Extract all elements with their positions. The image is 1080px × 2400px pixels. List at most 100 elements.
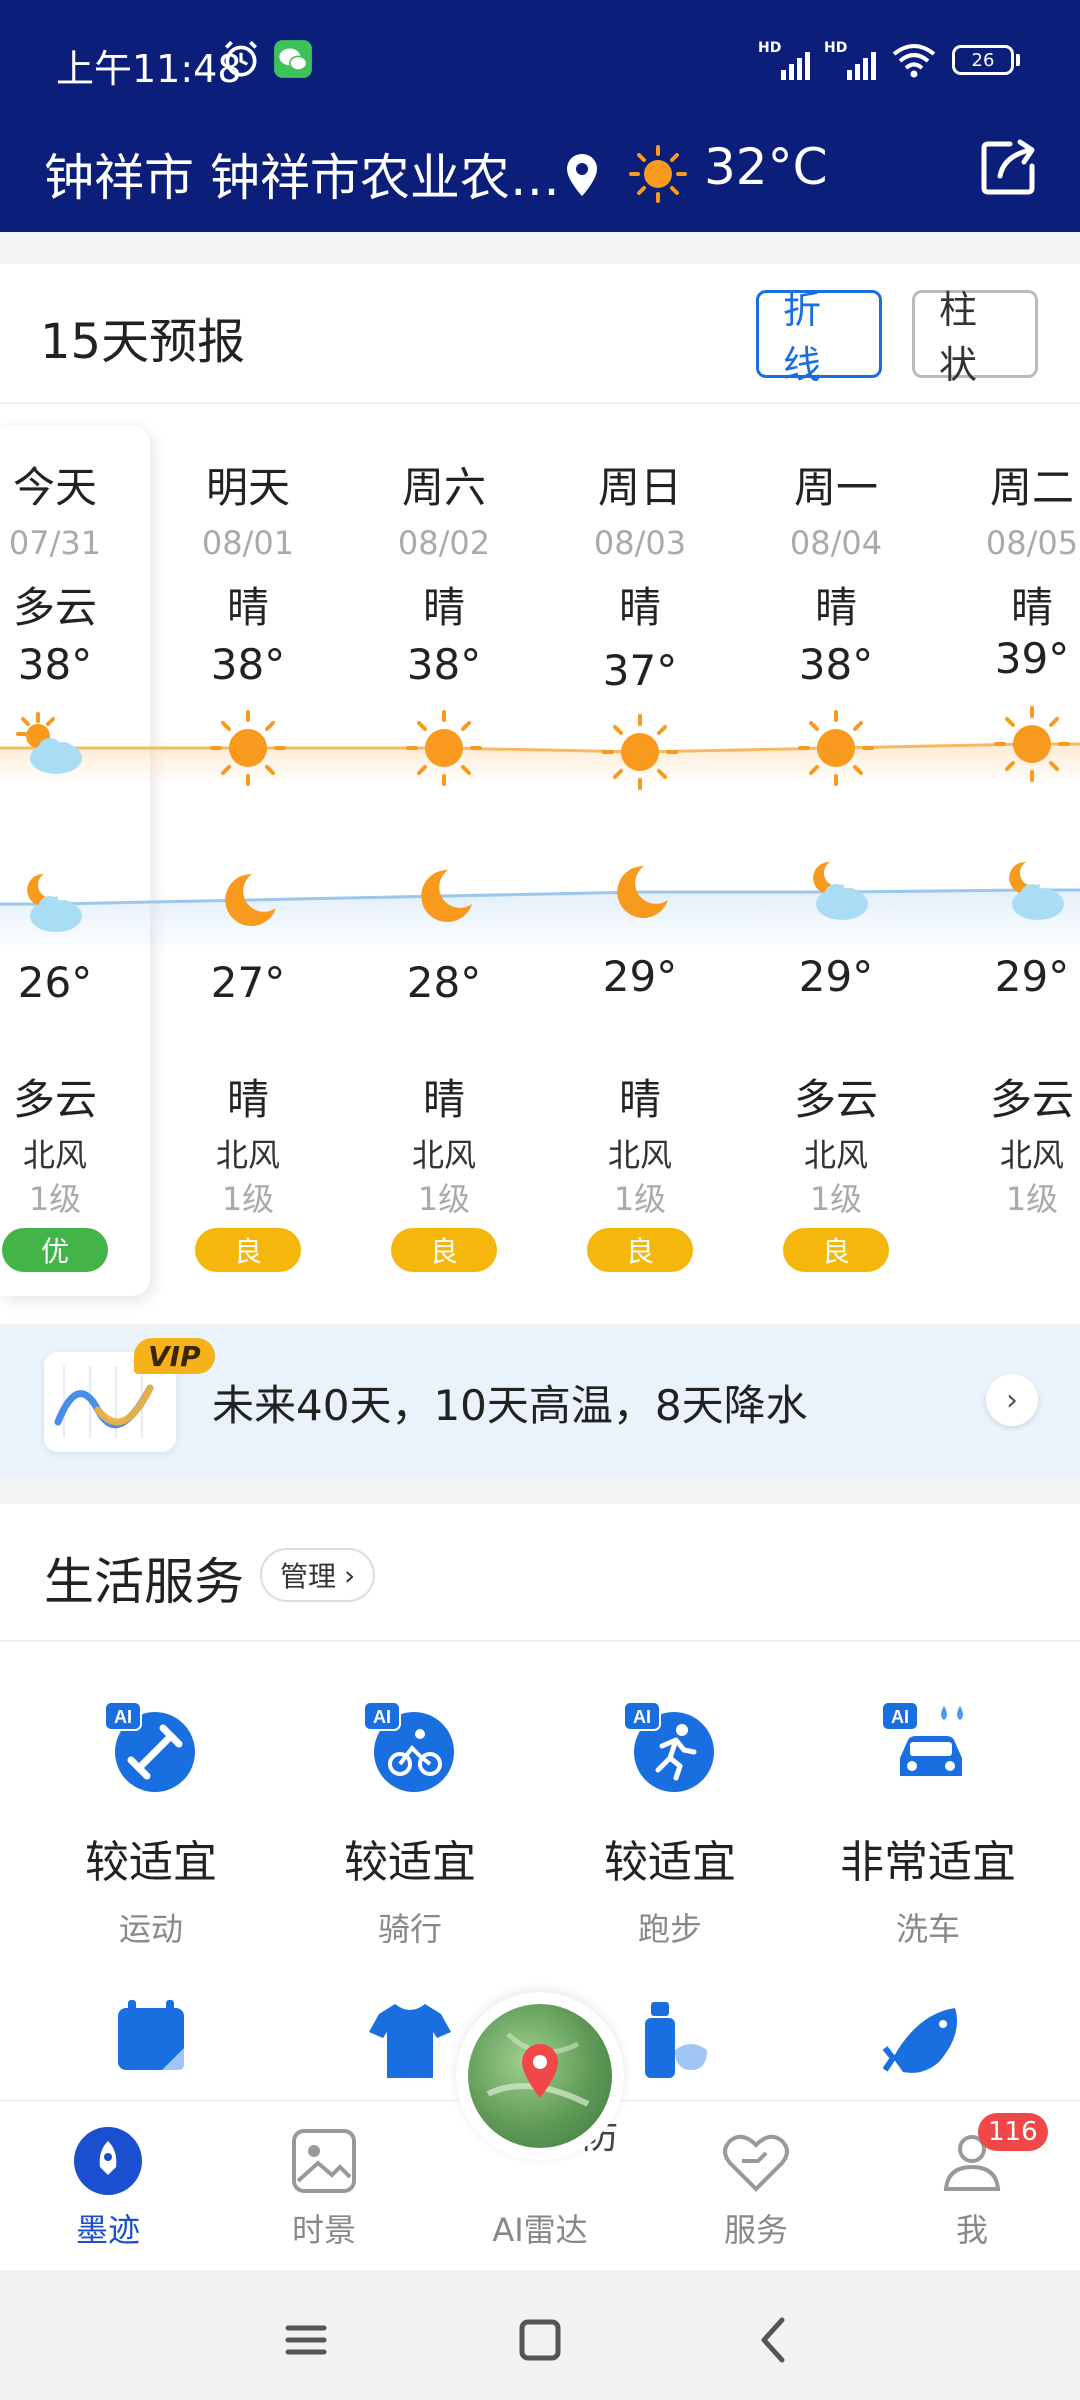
high-temp-fill [0,744,1080,784]
battery-level: 26 [952,45,1014,75]
service-label: 洗车 [895,1910,960,1948]
day-date: 08/04 [789,524,883,562]
service-running[interactable]: AI 较适宜 跑步 [535,1700,805,1950]
radar-icon [468,2004,612,2148]
day-name: 周二 [989,463,1074,512]
service-value: 较适宜 [344,1837,476,1888]
day-date: 08/01 [201,524,295,562]
sun-icon [210,710,286,786]
partly-cloudy-icon [16,712,82,774]
high-temp: 38° [17,640,93,689]
running-icon: AI [622,1700,718,1796]
app-header: 上午11:48 HD HD 26 钟祥市 钟祥市农业农… 32°C [0,0,1080,232]
svg-text:AI: AI [373,1707,391,1727]
notification-badge: 116 [978,2113,1048,2151]
location-pin-icon [567,154,597,196]
day-name: 明天 [205,463,290,512]
system-navigation [0,2270,1080,2400]
service-sport[interactable]: AI 较适宜 运动 [16,1700,286,1950]
dumbbell-icon: AI [103,1700,199,1796]
wind-level: 1级 [613,1180,667,1218]
wind-direction: 北风 [999,1136,1064,1174]
signal-icon: HD [758,40,810,80]
day-date: 07/31 [8,524,102,562]
nav-service[interactable]: 服务 [676,2125,836,2251]
location-bar[interactable]: 钟祥市 钟祥市农业农… 32°C [0,120,1080,232]
location-name[interactable]: 钟祥市 钟祥市农业农… [44,138,560,210]
wind-level: 1级 [417,1180,471,1218]
ai-radar-button[interactable] [456,1992,624,2160]
low-temp-fill [0,890,1080,954]
status-bar: 上午11:48 HD HD 26 [0,0,1080,120]
service-fishing[interactable] [793,1994,1063,2084]
car-wash-icon: AI [880,1700,976,1796]
high-temp: 38° [798,640,874,689]
bar-chart-toggle[interactable]: 柱状 [912,288,1038,387]
aqi-badge: 优 [2,1228,108,1272]
day-date: 08/05 [985,524,1079,562]
day-condition: 多云 [12,583,97,632]
high-temp-line [0,742,1080,754]
service-value: 较适宜 [604,1837,736,1888]
night-condition: 多云 [12,1075,97,1124]
low-temp: 29° [994,952,1070,1001]
share-icon[interactable] [976,136,1040,200]
night-condition: 多云 [793,1075,878,1124]
chevron-right-icon: › [344,1558,356,1592]
vip-banner[interactable]: VIP 未来40天，10天高温，8天降水 › [0,1326,1080,1476]
status-indicators: HD HD 26 [758,40,1020,80]
moon-icon [617,865,668,918]
wind-direction: 北风 [22,1136,87,1174]
day-name: 周一 [793,463,878,512]
day-condition: 晴 [226,583,269,632]
line-chart-toggle[interactable]: 折线 [756,288,882,387]
home-icon[interactable] [510,2310,570,2370]
back-icon[interactable] [744,2310,804,2370]
wifi-icon [892,44,936,78]
night-condition: 晴 [618,1075,661,1124]
battery-icon: 26 [952,45,1020,75]
moji-icon [72,2125,144,2197]
profile-icon: 116 [936,2113,1048,2197]
nav-label: 墨迹 [75,2211,140,2249]
current-temperature: 32°C [704,138,828,196]
wind-level: 1级 [28,1180,82,1218]
nav-profile[interactable]: 116 我 [892,2113,1052,2251]
night-condition: 晴 [226,1075,269,1124]
service-label: 骑行 [377,1910,442,1948]
vip-forecast-text: 未来40天，10天高温，8天降水 [212,1381,808,1430]
divider [0,402,1080,404]
service-label: 跑步 [637,1910,702,1948]
cloudy-night-icon [1009,861,1064,920]
status-time: 上午11:48 [56,47,242,91]
service-cycling[interactable]: AI 较适宜 骑行 [275,1700,545,1950]
menu-icon[interactable] [276,2310,336,2370]
cloudy-night-icon [27,873,82,932]
service-value: 较适宜 [85,1837,217,1888]
wind-level: 1级 [221,1180,275,1218]
service-car-wash[interactable]: AI 非常适宜 洗车 [793,1700,1063,1950]
sun-icon [798,710,874,786]
aqi-badge: 良 [391,1228,497,1272]
nav-gallery[interactable]: 时景 [244,2125,404,2251]
svg-text:AI: AI [633,1707,651,1727]
signal-icon: HD [824,40,876,80]
nav-label: AI雷达 [492,2211,588,2249]
low-temp: 27° [210,958,286,1007]
day-condition: 晴 [618,583,661,632]
moon-icon [421,869,472,922]
low-temp: 29° [798,952,874,1001]
chevron-right-icon[interactable]: › [986,1374,1038,1426]
moon-icon [225,873,276,926]
high-temp: 38° [406,640,482,689]
manage-button[interactable]: 管理 › [260,1548,376,1602]
service-calendar[interactable] [16,1994,286,2084]
aqi-badge: 良 [195,1228,301,1272]
manage-label: 管理 [280,1560,337,1593]
forecast-title: 15天预报 [40,314,246,370]
nav-moji[interactable]: 墨迹 [28,2125,188,2251]
service-label: 运动 [118,1910,183,1948]
aqi-badge: 良 [783,1228,889,1272]
sun-icon [602,714,678,790]
high-temp: 38° [210,640,286,689]
